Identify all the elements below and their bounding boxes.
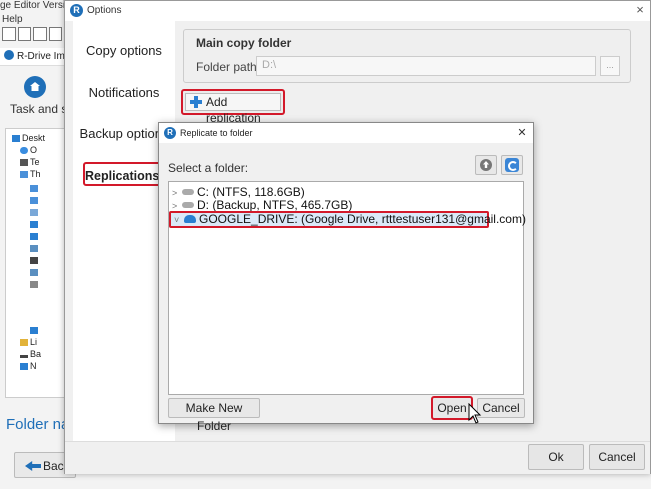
- cloud-icon: [184, 215, 196, 223]
- ok-button[interactable]: Ok: [528, 444, 584, 470]
- tree-item[interactable]: [30, 255, 40, 266]
- drive-row-google-drive[interactable]: ˅ GOOGLE_DRIVE: (Google Drive, rtttestuse…: [169, 211, 526, 228]
- replicate-to-folder-dialog: R Replicate to folder ✕ Select a folder:…: [158, 122, 534, 433]
- close-icon[interactable]: ✕: [515, 126, 529, 140]
- download-icon: [30, 221, 38, 228]
- replicate-cancel-button[interactable]: Cancel: [477, 398, 525, 418]
- drive-icon: [20, 355, 28, 358]
- toolbar-icon-2[interactable]: [17, 27, 31, 41]
- tree-item[interactable]: [30, 183, 40, 194]
- cancel-button[interactable]: Cancel: [589, 444, 645, 470]
- home-icon: [24, 76, 46, 98]
- r-drive-logo-icon: R: [70, 4, 83, 17]
- computer-icon: [20, 171, 28, 178]
- refresh-icon: [505, 158, 519, 172]
- make-new-folder-button[interactable]: Make New Folder: [168, 398, 260, 433]
- videos-icon: [30, 257, 38, 264]
- music-icon: [30, 233, 38, 240]
- folder-icon: [30, 185, 38, 192]
- app-tab-label: R-Drive Ima: [17, 51, 71, 62]
- open-button[interactable]: Open: [431, 396, 473, 420]
- folder-name-label: Folder na: [6, 416, 70, 433]
- tree-item[interactable]: N: [20, 361, 37, 372]
- tree-item[interactable]: [30, 325, 40, 336]
- cloud-icon: [30, 327, 38, 334]
- drive-icon: [182, 189, 194, 195]
- tree-item[interactable]: Deskt: [12, 133, 45, 144]
- drive-label: GOOGLE_DRIVE: (Google Drive, rtttestuser…: [199, 212, 526, 226]
- arrow-left-icon: [25, 461, 41, 471]
- tree-item[interactable]: [30, 243, 40, 254]
- add-replication-label: Add replication: [206, 95, 261, 125]
- tree-item[interactable]: Li: [20, 337, 37, 348]
- mouse-cursor-icon: [468, 403, 482, 424]
- options-titlebar: [65, 1, 650, 21]
- background-tree: Deskt O Te Th Li Ba N: [5, 128, 73, 398]
- nav-notifications[interactable]: Notifications: [73, 85, 175, 100]
- tree-item[interactable]: [30, 195, 40, 206]
- toolbar-icon-4[interactable]: [48, 27, 62, 41]
- app-title: ge Editor Version: [0, 0, 77, 11]
- up-folder-button[interactable]: [475, 155, 497, 175]
- r-drive-logo-icon: R: [164, 127, 176, 139]
- app-tab[interactable]: R-Drive Ima: [0, 48, 70, 66]
- browse-button[interactable]: ...: [600, 56, 620, 76]
- nav-replications[interactable]: Replications: [83, 162, 161, 186]
- folder-path-label: Folder path:: [196, 60, 261, 74]
- tree-item[interactable]: [30, 219, 40, 230]
- drive-icon: [30, 269, 38, 276]
- refresh-button[interactable]: [501, 155, 523, 175]
- user-icon: [20, 159, 28, 166]
- select-folder-label: Select a folder:: [168, 161, 249, 175]
- libraries-icon: [20, 339, 28, 346]
- add-replication-inner: Add replication: [185, 93, 281, 125]
- tree-item[interactable]: [30, 231, 40, 242]
- cloud-icon: [20, 147, 28, 154]
- folder-tree[interactable]: > C: (NTFS, 118.6GB) > D: (Backup, NTFS, 4…: [168, 181, 526, 395]
- main-copy-folder-group: Main copy folder Folder path: D:\ ...: [183, 29, 631, 83]
- folder-icon: [30, 197, 38, 204]
- arrow-up-icon: [480, 159, 492, 171]
- tree-item[interactable]: [30, 267, 40, 278]
- menu-help[interactable]: Help: [2, 14, 23, 25]
- tree-item[interactable]: [30, 279, 40, 290]
- toolbar: [2, 27, 62, 43]
- close-icon[interactable]: ×: [633, 3, 647, 17]
- replicate-title: Replicate to folder: [180, 128, 253, 138]
- tree-item[interactable]: Ba: [20, 349, 41, 360]
- drive-icon: [182, 202, 194, 208]
- folder-icon: [30, 209, 38, 216]
- pictures-icon: [30, 245, 38, 252]
- nav-copy-options[interactable]: Copy options: [73, 43, 175, 58]
- tree-item[interactable]: [30, 207, 40, 218]
- desktop-icon: [12, 135, 20, 142]
- tree-item[interactable]: Th: [20, 169, 41, 180]
- tree-item[interactable]: Te: [20, 157, 40, 168]
- tree-item[interactable]: O: [20, 145, 37, 156]
- drive-label: D: (Backup, NTFS, 465.7GB): [197, 198, 353, 212]
- plus-icon: [190, 96, 202, 108]
- folder-path-input[interactable]: D:\: [256, 56, 596, 76]
- network-icon: [20, 363, 28, 370]
- chevron-down-icon[interactable]: ˅: [174, 214, 184, 227]
- toolbar-icon-1[interactable]: [2, 27, 16, 41]
- drive-icon: [30, 281, 38, 288]
- options-title: Options: [87, 5, 122, 16]
- drive-label: C: (NTFS, 118.6GB): [197, 185, 305, 199]
- toolbar-icon-3[interactable]: [33, 27, 47, 41]
- add-replication-button[interactable]: Add replication: [181, 89, 285, 125]
- r-drive-logo-icon: [4, 50, 14, 60]
- group-title: Main copy folder: [196, 36, 292, 50]
